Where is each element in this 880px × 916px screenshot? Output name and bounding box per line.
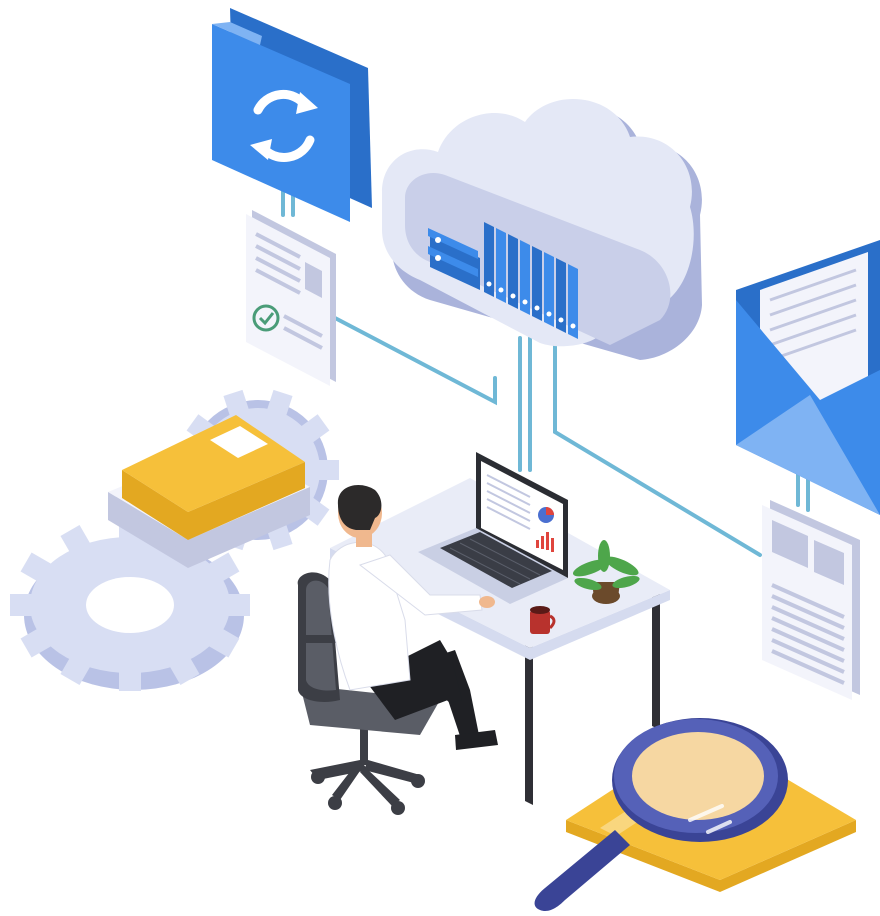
cloud-storage-icon (382, 99, 702, 360)
binder-ring (522, 299, 528, 305)
report-document-icon (762, 500, 860, 700)
binder-ring (486, 281, 492, 287)
gear-tooth (317, 460, 339, 480)
binder-ring (498, 287, 504, 293)
illustration (0, 0, 880, 916)
binder-ring (546, 311, 552, 317)
binder-ring (558, 317, 564, 323)
binder-ring (534, 305, 540, 311)
sync-folder-icon (212, 8, 372, 222)
binder-ring (570, 323, 576, 329)
approved-document-icon (246, 210, 336, 386)
magnifying-glass-icon (534, 718, 856, 911)
doc-connector (333, 316, 497, 406)
cloud-doc-connector (553, 343, 762, 557)
mail-envelope-icon (736, 240, 880, 515)
binder-ring (510, 293, 516, 299)
cloud-workspace-illustration (10, 8, 880, 911)
chair-base (310, 720, 425, 815)
